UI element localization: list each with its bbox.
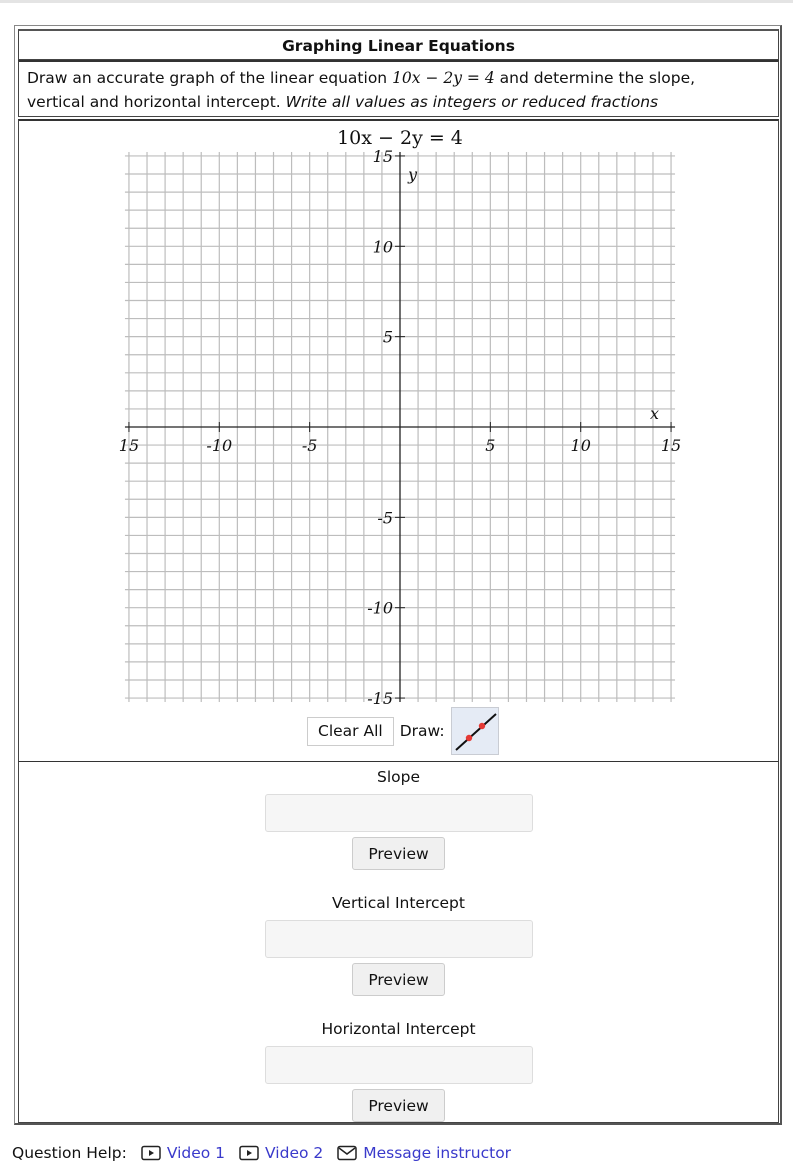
vertical-intercept-preview-button[interactable]: Preview — [352, 963, 445, 996]
question-help: Question Help: Video 1 Video 2 Message i… — [12, 1144, 511, 1162]
x-axis-label: x — [650, 404, 659, 423]
draw-label: Draw: — [399, 722, 445, 740]
message-instructor-label: Message instructor — [363, 1144, 512, 1162]
clear-all-button[interactable]: Clear All — [307, 716, 394, 746]
video-icon — [141, 1145, 161, 1161]
y-axis-label: y — [407, 165, 418, 184]
horizontal-intercept-group: Horizontal Intercept Preview — [19, 1018, 778, 1122]
horizontal-intercept-label: Horizontal Intercept — [321, 1020, 476, 1038]
question-help-label: Question Help: — [12, 1144, 127, 1162]
graph-title: 10x − 2y = 4 — [337, 127, 463, 149]
x-tick-label: 5 — [485, 436, 495, 455]
graph-canvas[interactable]: 10x − 2y = 4 15 -10 -5 5 10 15 15 10 5 -5 -10 -15 x… — [19, 121, 783, 764]
question-table: Graphing Linear Equations Draw an accura… — [14, 25, 782, 1125]
video-icon — [239, 1145, 259, 1161]
slope-preview-button[interactable]: Preview — [352, 837, 445, 870]
vertical-intercept-group: Vertical Intercept Preview — [19, 892, 778, 996]
y-tick-label: 15 — [373, 147, 393, 166]
message-instructor-link[interactable]: Message instructor — [337, 1144, 511, 1162]
line-tool-button[interactable] — [450, 707, 499, 755]
question-title: Graphing Linear Equations — [18, 29, 779, 60]
slope-group: Slope Preview — [19, 766, 778, 870]
video-2-link[interactable]: Video 2 — [239, 1144, 323, 1162]
equation-inline: 10x − 2y = 4 — [392, 69, 495, 87]
y-tick-label: -15 — [367, 689, 393, 708]
answers-cell: Slope Preview Vertical Intercept Preview… — [18, 761, 779, 1123]
mail-icon — [337, 1145, 357, 1161]
slope-label: Slope — [376, 768, 420, 786]
y-tick-label: -5 — [377, 508, 393, 527]
graph-cell: 10x − 2y = 4 15 -10 -5 5 10 15 15 10 5 -5 -10 -15 x… — [18, 119, 779, 762]
y-tick-label: 10 — [373, 237, 393, 256]
x-tick-label: -5 — [302, 436, 318, 455]
axes — [124, 151, 676, 703]
x-tick-label: 15 — [119, 436, 139, 455]
y-tick-label: -10 — [367, 599, 393, 618]
graph-controls: Clear All Draw: — [307, 707, 499, 755]
video-1-link[interactable]: Video 1 — [141, 1144, 225, 1162]
y-tick-label: 5 — [383, 328, 393, 347]
instruction-text: Write all values as integers or reduced … — [285, 93, 659, 111]
prompt-text-2: and determine the slope, — [494, 69, 696, 87]
top-divider — [0, 0, 793, 3]
video-2-label: Video 2 — [265, 1144, 324, 1162]
question-prompt: Draw an accurate graph of the linear equ… — [18, 60, 779, 117]
vertical-intercept-input[interactable] — [264, 920, 533, 958]
horizontal-intercept-input[interactable] — [264, 1046, 533, 1084]
x-tick-label: 10 — [571, 436, 591, 455]
x-tick-label: 15 — [661, 436, 681, 455]
x-tick-label: -10 — [206, 436, 232, 455]
vertical-intercept-label: Vertical Intercept — [332, 894, 465, 912]
prompt-line-2: vertical and horizontal intercept. — [27, 93, 286, 111]
slope-input[interactable] — [264, 794, 533, 832]
horizontal-intercept-preview-button[interactable]: Preview — [352, 1089, 445, 1122]
prompt-text: Draw an accurate graph of the linear equ… — [27, 69, 393, 87]
video-1-label: Video 1 — [166, 1144, 226, 1162]
line-tool-icon — [454, 713, 497, 751]
